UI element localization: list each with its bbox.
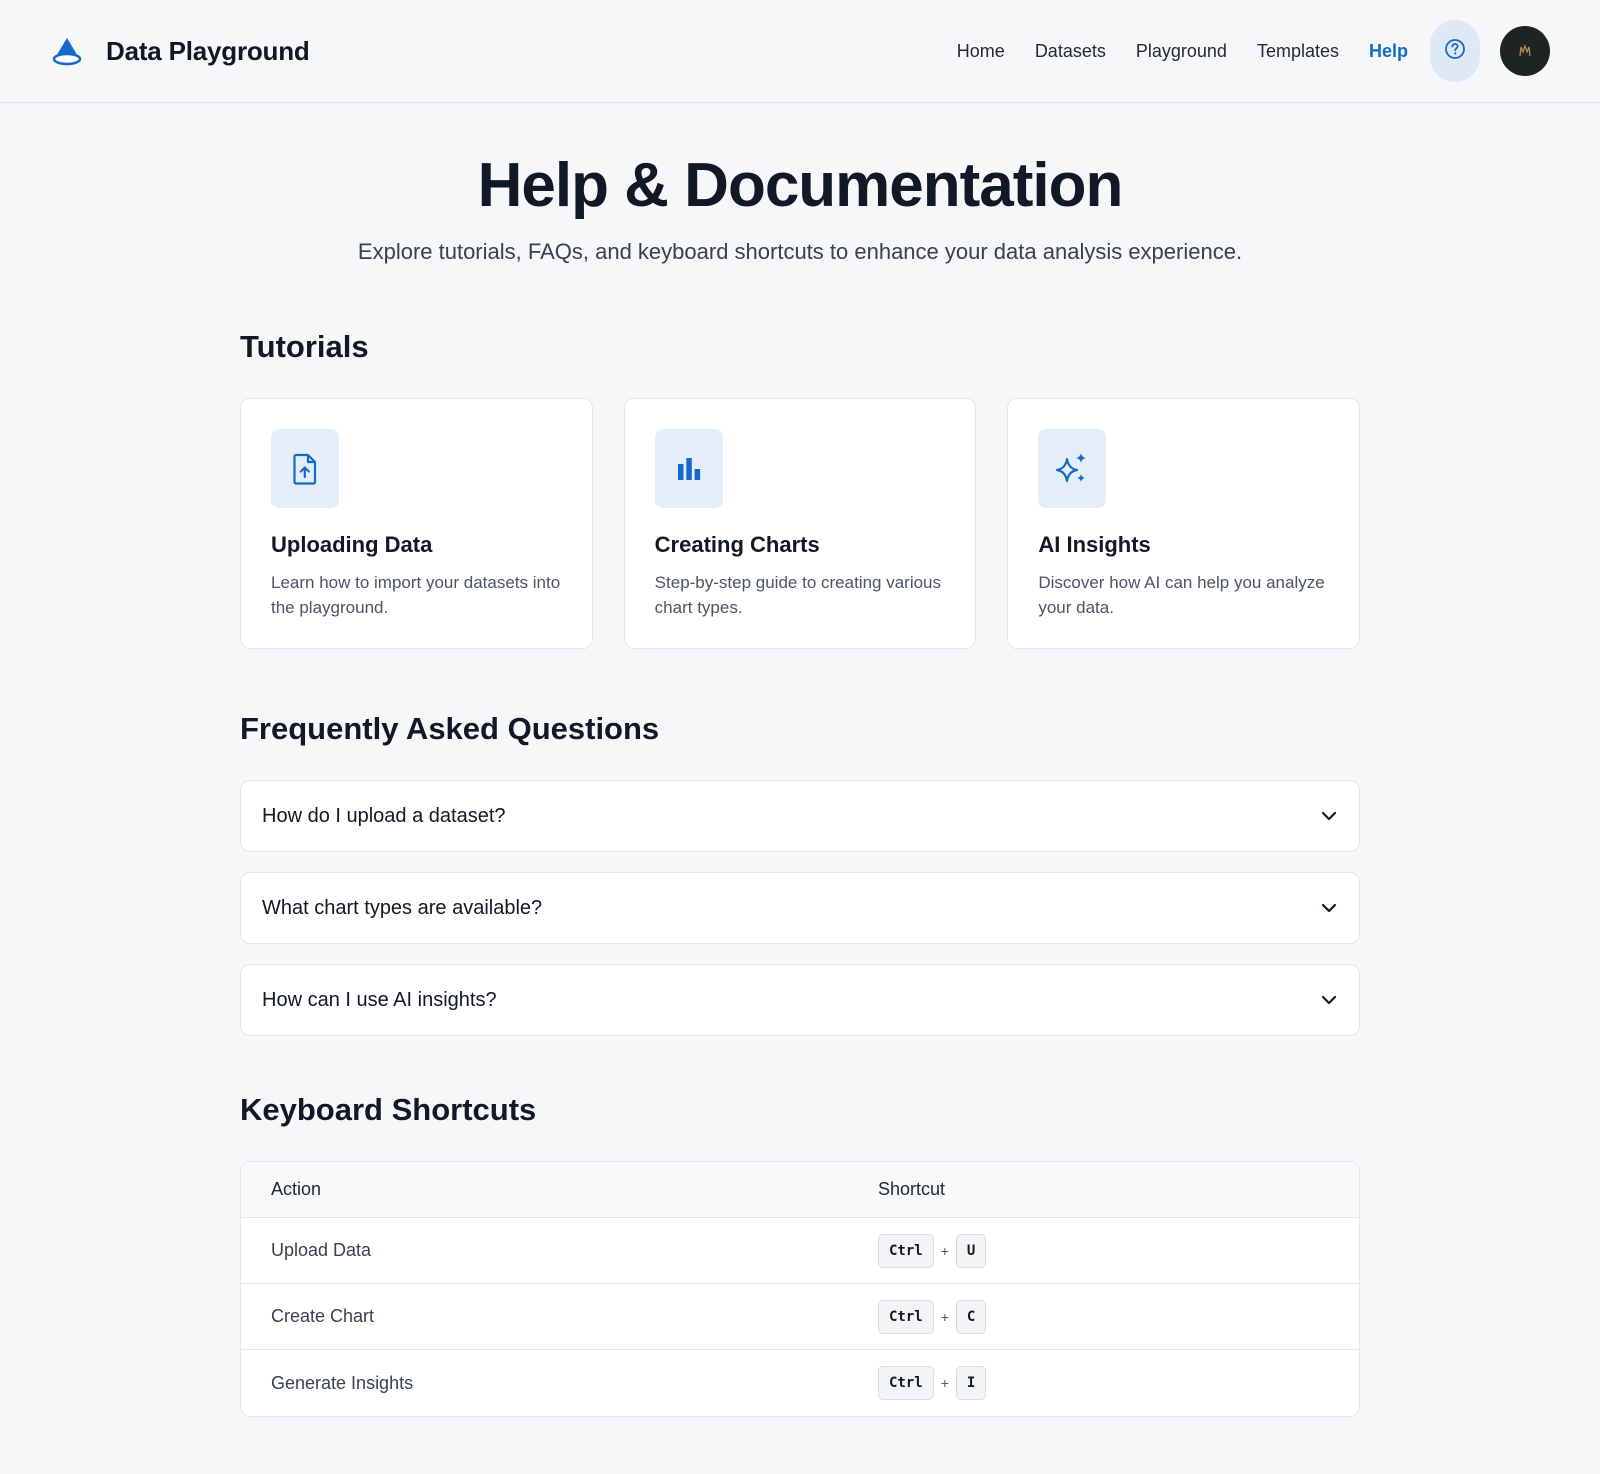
shortcut-action: Upload Data	[271, 1240, 372, 1261]
column-header-shortcut: Shortcut	[878, 1179, 946, 1200]
hero: Help & Documentation Explore tutorials, …	[0, 103, 1600, 265]
shortcuts-section: Keyboard Shortcuts Action Shortcut Uploa…	[240, 1092, 1360, 1418]
main-nav: Home Datasets Playground Templates Help	[927, 20, 1550, 82]
table-row: Upload Data Ctrl + U	[241, 1218, 1359, 1285]
tutorials-section: Tutorials Uploading Data Learn how to im…	[240, 329, 1361, 650]
key-cap: C	[955, 1299, 987, 1334]
page-subtitle: Explore tutorials, FAQs, and keyboard sh…	[357, 239, 1243, 265]
card-title: AI Insights	[1038, 532, 1151, 558]
nav-templates-link[interactable]: Templates	[1257, 41, 1339, 62]
faq-question: How do I upload a dataset?	[262, 804, 506, 827]
avatar-image	[1519, 44, 1531, 57]
main-content: Tutorials Uploading Data Learn how to im…	[240, 329, 1361, 1418]
card-description: Learn how to import your datasets into t…	[271, 573, 561, 618]
nav-home-link[interactable]: Home	[957, 41, 1005, 62]
key-separator: +	[940, 1375, 949, 1392]
card-title: Uploading Data	[271, 532, 433, 558]
shortcut-keys: Ctrl + C	[878, 1299, 987, 1334]
card-description: Discover how AI can help you analyze you…	[1038, 573, 1325, 618]
chevron-down-icon	[1321, 995, 1337, 1005]
faq-section: Frequently Asked Questions How do I uplo…	[240, 711, 1360, 1037]
key-cap: I	[955, 1366, 987, 1401]
nav-help-link[interactable]: Help	[1369, 41, 1408, 62]
cone-logo-icon	[52, 36, 82, 66]
shortcut-action: Generate Insights	[271, 1372, 414, 1393]
sparkles-icon	[1038, 429, 1107, 509]
nav-playground-link[interactable]: Playground	[1136, 41, 1227, 62]
tutorials-heading: Tutorials	[240, 329, 369, 365]
key-cap: Ctrl	[878, 1233, 934, 1268]
faq-heading: Frequently Asked Questions	[240, 711, 660, 747]
card-description: Step-by-step guide to creating various c…	[654, 573, 941, 618]
file-upload-icon	[271, 429, 339, 509]
key-separator: +	[940, 1242, 949, 1259]
key-cap: Ctrl	[878, 1366, 934, 1401]
chevron-down-icon	[1321, 811, 1337, 821]
column-header-action: Action	[271, 1179, 322, 1200]
key-cap: Ctrl	[878, 1299, 934, 1334]
tutorial-cards: Uploading Data Learn how to import your …	[240, 398, 1361, 650]
key-separator: +	[940, 1308, 949, 1325]
nav-datasets-link[interactable]: Datasets	[1035, 41, 1106, 62]
shortcuts-table: Action Shortcut Upload Data Ctrl + U Cre…	[240, 1161, 1360, 1418]
shortcut-keys: Ctrl + I	[878, 1366, 987, 1401]
help-button[interactable]	[1430, 20, 1480, 82]
key-cap: U	[955, 1233, 987, 1268]
faq-item-upload-dataset[interactable]: How do I upload a dataset?	[240, 780, 1360, 853]
table-header: Action Shortcut	[241, 1162, 1359, 1219]
shortcuts-heading: Keyboard Shortcuts	[240, 1092, 537, 1128]
tutorial-card-ai-insights[interactable]: AI Insights Discover how AI can help you…	[1007, 398, 1361, 650]
chevron-down-icon	[1321, 903, 1337, 913]
shortcut-action: Create Chart	[271, 1306, 375, 1327]
top-navigation-bar: Data Playground Home Datasets Playground…	[0, 0, 1600, 103]
faq-item-chart-types[interactable]: What chart types are available?	[240, 872, 1360, 945]
faq-question: How can I use AI insights?	[262, 988, 497, 1011]
brand[interactable]: Data Playground	[52, 36, 310, 67]
faq-question: What chart types are available?	[262, 896, 543, 919]
card-title: Creating Charts	[654, 532, 820, 558]
question-circle-icon	[1444, 38, 1466, 65]
shortcut-keys: Ctrl + U	[878, 1233, 987, 1268]
tutorial-card-uploading-data[interactable]: Uploading Data Learn how to import your …	[240, 398, 593, 650]
bar-chart-icon	[654, 429, 723, 509]
page-title: Help & Documentation	[477, 151, 1124, 220]
table-row: Create Chart Ctrl + C	[241, 1284, 1359, 1351]
tutorial-card-creating-charts[interactable]: Creating Charts Step-by-step guide to cr…	[623, 398, 977, 650]
user-avatar[interactable]	[1500, 26, 1550, 76]
table-row: Generate Insights Ctrl + I	[241, 1350, 1359, 1416]
faq-item-ai-insights[interactable]: How can I use AI insights?	[240, 964, 1360, 1037]
app-title: Data Playground	[106, 35, 310, 66]
faq-list: How do I upload a dataset? What chart ty…	[240, 780, 1360, 1037]
